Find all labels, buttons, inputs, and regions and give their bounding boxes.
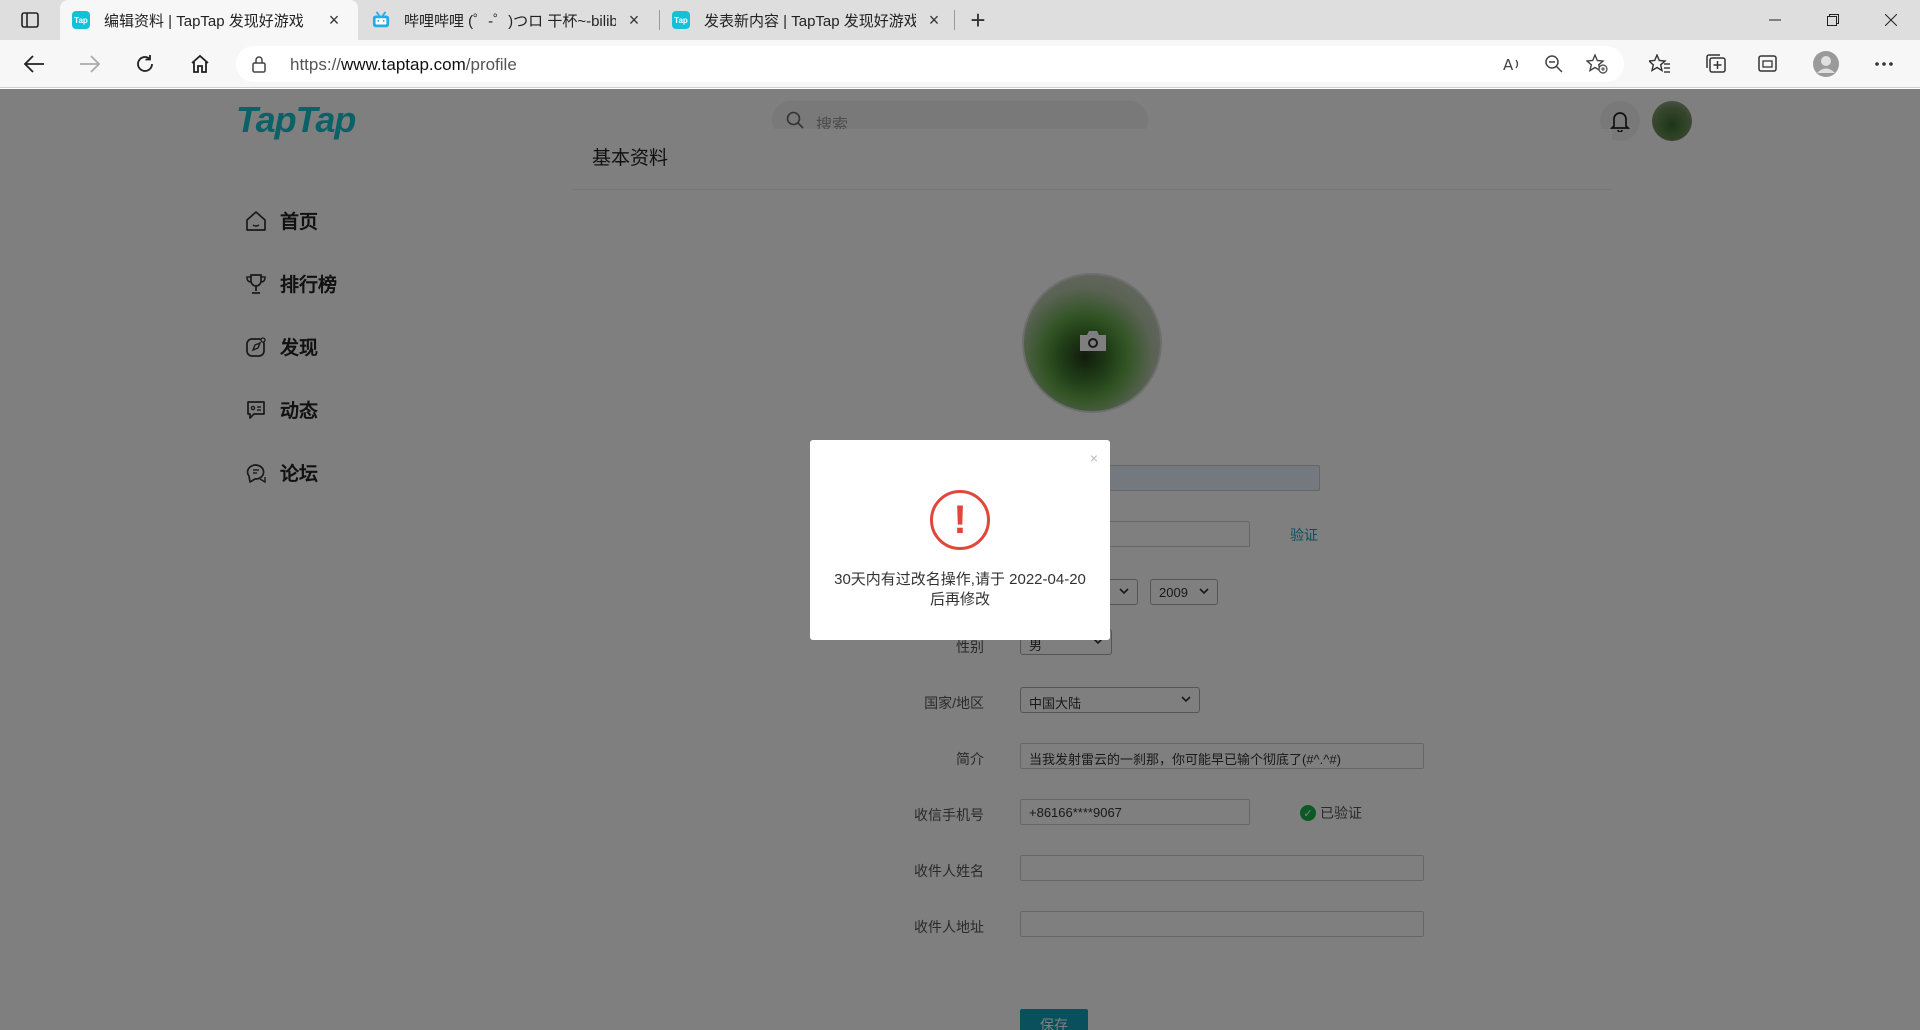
- bilibili-favicon-icon: [372, 11, 390, 29]
- taptap-favicon-icon: Tap: [672, 11, 690, 29]
- window-controls: [1746, 0, 1920, 40]
- url-actions: A: [1502, 53, 1608, 79]
- browser-tab-bar: Tap 编辑资料 | TapTap 发现好游戏 × 哔哩哔哩 (゜-゜)つロ 干…: [0, 0, 1920, 40]
- back-icon[interactable]: [18, 48, 50, 80]
- minimize-icon[interactable]: [1746, 0, 1804, 40]
- warning-icon: !: [930, 490, 990, 550]
- dialog-message: 30天内有过改名操作,请于 2022-04-20 后再修改: [834, 571, 1086, 608]
- more-menu-icon[interactable]: [1868, 48, 1900, 80]
- url-text[interactable]: https://www.taptap.com/profile: [290, 55, 517, 75]
- favorites-icon[interactable]: [1644, 48, 1676, 80]
- taptap-favicon-icon: Tap: [72, 11, 90, 29]
- tab-close-icon[interactable]: ×: [324, 10, 344, 30]
- restore-icon[interactable]: [1804, 0, 1862, 40]
- tab-close-icon[interactable]: ×: [924, 10, 944, 30]
- home-button-icon[interactable]: [184, 48, 216, 80]
- new-tab-button[interactable]: +: [964, 5, 992, 35]
- tab-bilibili[interactable]: 哔哩哔哩 (゜-゜)つロ 干杯~-bilibili ×: [360, 0, 658, 40]
- refresh-icon[interactable]: [129, 48, 161, 80]
- rename-warning-dialog: × ! 30天内有过改名操作,请于 2022-04-20 后再修改: [810, 440, 1110, 640]
- add-favorite-icon[interactable]: [1585, 53, 1608, 79]
- lock-icon[interactable]: [252, 55, 266, 78]
- read-aloud-icon[interactable]: A: [1502, 54, 1522, 79]
- close-icon[interactable]: ×: [1090, 450, 1098, 466]
- close-window-icon[interactable]: [1862, 0, 1920, 40]
- address-toolbar: https://www.taptap.com/profile A: [0, 40, 1920, 88]
- tab-title: 发表新内容 | TapTap 发现好游戏: [704, 12, 916, 30]
- forward-icon[interactable]: [74, 48, 106, 80]
- url-scheme: https://: [290, 55, 342, 74]
- profile-avatar-icon[interactable]: [1810, 48, 1842, 80]
- browser-essentials-icon[interactable]: [1752, 48, 1784, 80]
- tab-new-post[interactable]: Tap 发表新内容 | TapTap 发现好游戏 ×: [660, 0, 958, 40]
- url-path: /profile: [465, 55, 517, 74]
- zoom-out-icon[interactable]: [1544, 54, 1564, 79]
- collections-icon[interactable]: [1700, 48, 1732, 80]
- tab-title: 哔哩哔哩 (゜-゜)つロ 干杯~-bilibili: [404, 12, 616, 30]
- tab-actions-icon[interactable]: [12, 8, 48, 32]
- tab-close-icon[interactable]: ×: [624, 10, 644, 30]
- tab-edit-profile[interactable]: Tap 编辑资料 | TapTap 发现好游戏 ×: [60, 0, 358, 40]
- tab-title: 编辑资料 | TapTap 发现好游戏: [104, 12, 304, 30]
- svg-text:A: A: [1503, 56, 1514, 74]
- url-host: www.taptap.com: [341, 55, 466, 74]
- url-bar[interactable]: https://www.taptap.com/profile A: [236, 46, 1624, 82]
- tab-separator: [954, 10, 955, 30]
